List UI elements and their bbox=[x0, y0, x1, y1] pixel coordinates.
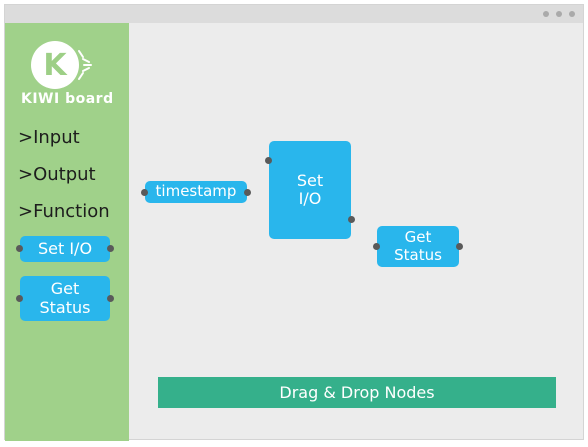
kiwi-rays-icon bbox=[78, 50, 92, 80]
palette-node-get-status[interactable]: Get Status bbox=[20, 276, 110, 321]
output-port[interactable] bbox=[107, 295, 114, 302]
app-window: K KIWI board >Input >Output >Function Se… bbox=[4, 4, 584, 441]
input-port[interactable] bbox=[373, 243, 380, 250]
node-label-line1: Get bbox=[50, 279, 80, 299]
node-label-line1: Get bbox=[404, 228, 432, 247]
window-dot-icon[interactable] bbox=[556, 11, 562, 17]
palette-node-set-io[interactable]: Set I/O bbox=[20, 236, 110, 262]
output-port[interactable] bbox=[107, 245, 114, 252]
category-output[interactable]: >Output bbox=[18, 164, 96, 185]
category-input[interactable]: >Input bbox=[18, 127, 80, 148]
output-port[interactable] bbox=[456, 243, 463, 250]
banner-text: Drag & Drop Nodes bbox=[279, 383, 435, 402]
node-label-line2: Status bbox=[39, 297, 91, 317]
window-dot-icon[interactable] bbox=[569, 11, 575, 17]
canvas-node-set-io[interactable]: Set I/O bbox=[269, 141, 351, 239]
node-label-line1: Set bbox=[296, 170, 324, 190]
category-function[interactable]: >Function bbox=[18, 201, 110, 222]
input-port[interactable] bbox=[141, 189, 148, 196]
output-port[interactable] bbox=[348, 216, 355, 223]
drag-drop-banner: Drag & Drop Nodes bbox=[158, 377, 556, 408]
canvas-node-get-status[interactable]: Get Status bbox=[377, 226, 459, 267]
input-port[interactable] bbox=[16, 295, 23, 302]
canvas-node-timestamp[interactable]: timestamp bbox=[145, 181, 247, 203]
title-bar bbox=[5, 5, 583, 23]
kiwi-logo-icon: K bbox=[31, 41, 79, 89]
window-dot-icon[interactable] bbox=[543, 11, 549, 17]
node-palette-sidebar: K KIWI board >Input >Output >Function Se… bbox=[5, 23, 129, 441]
logo-letter: K bbox=[43, 47, 67, 83]
node-label-line2: Status bbox=[394, 245, 442, 264]
node-label: Set I/O bbox=[37, 238, 93, 258]
brand-name: KIWI board bbox=[21, 91, 114, 107]
output-port[interactable] bbox=[244, 189, 251, 196]
input-port[interactable] bbox=[265, 157, 272, 164]
node-label: timestamp bbox=[155, 182, 237, 201]
node-label-line2: I/O bbox=[298, 189, 322, 208]
input-port[interactable] bbox=[16, 245, 23, 252]
